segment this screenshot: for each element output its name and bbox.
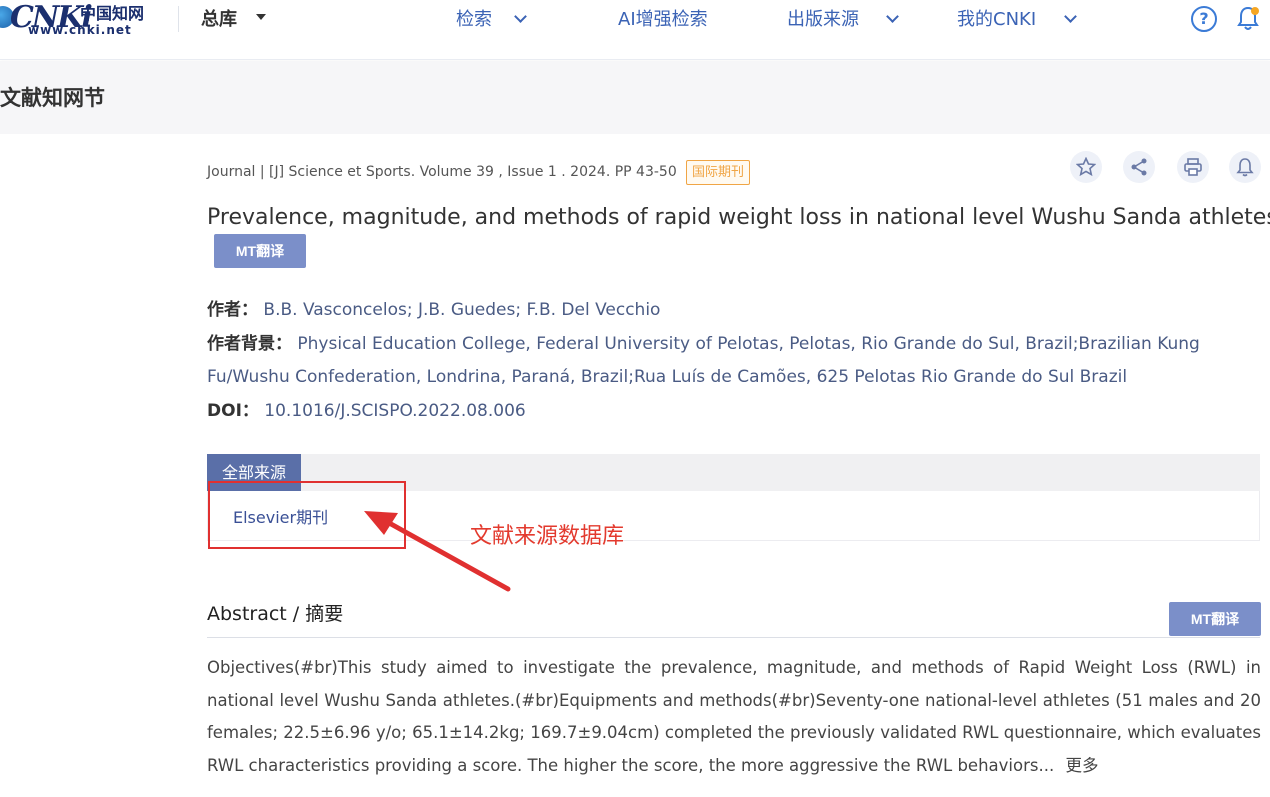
star-icon[interactable] (1070, 151, 1102, 183)
header-divider (178, 6, 179, 32)
bell-icon[interactable] (1236, 6, 1260, 32)
authors-row: 作者： B.B. Vasconcelos; J.B. Guedes; F.B. … (207, 298, 660, 322)
abstract-body: Objectives(#br)This study aimed to inves… (207, 652, 1261, 782)
doi-label: DOI： (207, 401, 259, 421)
annotation-label: 文献来源数据库 (470, 524, 625, 549)
bell-icon[interactable] (1229, 151, 1261, 183)
top-navigation-bar: CNKi 中国知网 www.cnki.net 总库 检索 AI增强检索 出版来源… (0, 0, 1270, 60)
help-icon[interactable]: ? (1191, 6, 1217, 32)
affiliation-label: 作者背景： (207, 334, 292, 354)
nav-publication-sources[interactable]: 出版来源 (787, 8, 859, 32)
affiliation-row: 作者背景： Physical Education College, Federa… (207, 332, 1200, 356)
logo-url: www.cnki.net (28, 23, 132, 37)
nav-my-cnki[interactable]: 我的CNKI (957, 8, 1036, 32)
print-icon[interactable] (1177, 151, 1209, 183)
logo-chinese-text: 中国知网 (80, 4, 145, 23)
affiliation-text-continued[interactable]: Fu/Wushu Confederation, Londrina, Paraná… (207, 365, 1127, 389)
abstract-heading: Abstract / 摘要 (207, 603, 344, 625)
nav-search[interactable]: 检索 (456, 8, 492, 32)
share-icon[interactable] (1123, 151, 1155, 183)
chevron-down-icon[interactable] (1064, 10, 1077, 23)
more-link[interactable]: 更多 (1065, 756, 1098, 775)
mt-translate-title-button[interactable]: MT翻译 (214, 234, 306, 268)
chevron-down-icon[interactable] (886, 10, 899, 23)
nav-ai-search[interactable]: AI增强检索 (618, 8, 708, 32)
journal-info[interactable]: Journal | [J] Science et Sports. Volume … (207, 162, 677, 182)
chevron-down-icon[interactable] (514, 10, 527, 23)
authors-list[interactable]: B.B. Vasconcelos; J.B. Guedes; F.B. Del … (263, 300, 660, 320)
affiliation-text[interactable]: Physical Education College, Federal Univ… (297, 334, 1199, 354)
international-journal-badge: 国际期刊 (686, 160, 751, 185)
authors-label: 作者： (207, 300, 258, 320)
database-selector[interactable]: 总库 (201, 8, 237, 32)
page-header-band (0, 61, 1270, 134)
mt-translate-abstract-button[interactable]: MT翻译 (1169, 602, 1261, 636)
cnki-logo[interactable]: CNKi 中国知网 www.cnki.net (0, 2, 160, 38)
article-title: Prevalence, magnitude, and methods of ra… (207, 205, 1270, 230)
caret-down-icon[interactable] (256, 14, 266, 20)
abstract-divider (207, 637, 1260, 638)
doi-row: DOI： 10.1016/J.SCISPO.2022.08.006 (207, 399, 526, 423)
doi-value: 10.1016/J.SCISPO.2022.08.006 (264, 401, 526, 421)
abstract-text: Objectives(#br)This study aimed to inves… (207, 658, 1261, 775)
page-title: 文献知网节 (0, 86, 105, 110)
